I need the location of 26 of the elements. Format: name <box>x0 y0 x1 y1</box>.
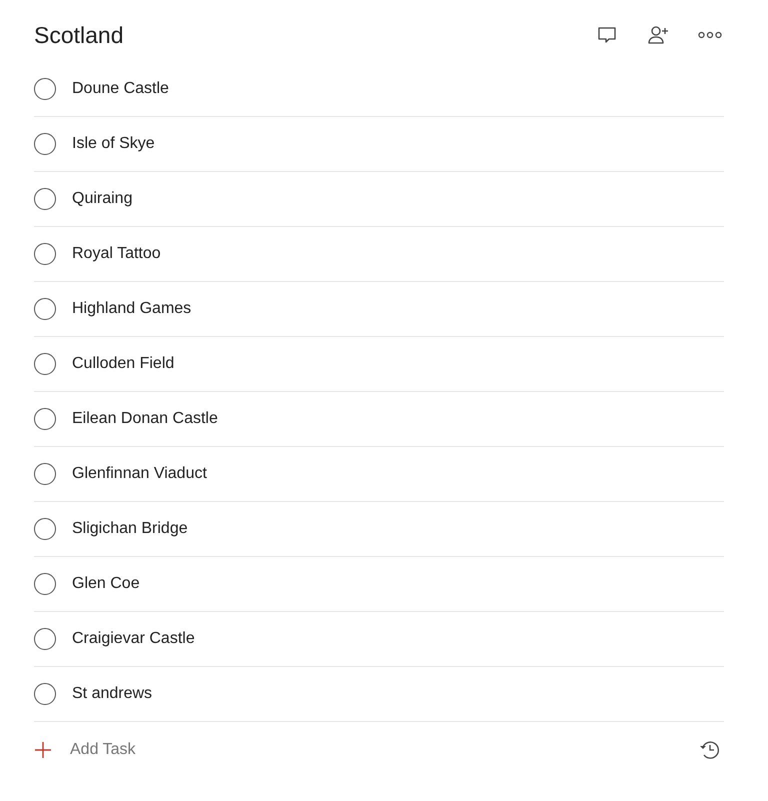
task-checkbox[interactable] <box>34 298 56 320</box>
task-checkbox[interactable] <box>34 408 56 430</box>
task-title[interactable]: St andrews <box>72 685 152 703</box>
task-checkbox[interactable] <box>34 353 56 375</box>
task-title[interactable]: Glenfinnan Viaduct <box>72 465 207 483</box>
task-title[interactable]: Isle of Skye <box>72 135 155 153</box>
task-checkbox[interactable] <box>34 573 56 595</box>
task-title[interactable]: Eilean Donan Castle <box>72 410 218 428</box>
task-title[interactable]: Highland Games <box>72 300 192 318</box>
task-title[interactable]: Glen Coe <box>72 575 140 593</box>
task-title[interactable]: Craigievar Castle <box>72 630 195 648</box>
task-checkbox[interactable] <box>34 463 56 485</box>
task-checkbox[interactable] <box>34 518 56 540</box>
task-checkbox[interactable] <box>34 243 56 265</box>
task-title[interactable]: Royal Tattoo <box>72 245 161 263</box>
task-checkbox[interactable] <box>34 78 56 100</box>
task-checkbox[interactable] <box>34 628 56 650</box>
task-title[interactable]: Culloden Field <box>72 355 174 373</box>
plus-icon[interactable] <box>34 740 52 758</box>
task-checkbox[interactable] <box>34 133 56 155</box>
task-title[interactable]: Sligichan Bridge <box>72 520 188 538</box>
task-checkbox[interactable] <box>34 188 56 210</box>
list-title: Scotland <box>34 22 124 48</box>
task-title[interactable]: Doune Castle <box>72 80 169 98</box>
task-checkbox[interactable] <box>34 683 56 705</box>
task-title[interactable]: Quiraing <box>72 190 132 208</box>
